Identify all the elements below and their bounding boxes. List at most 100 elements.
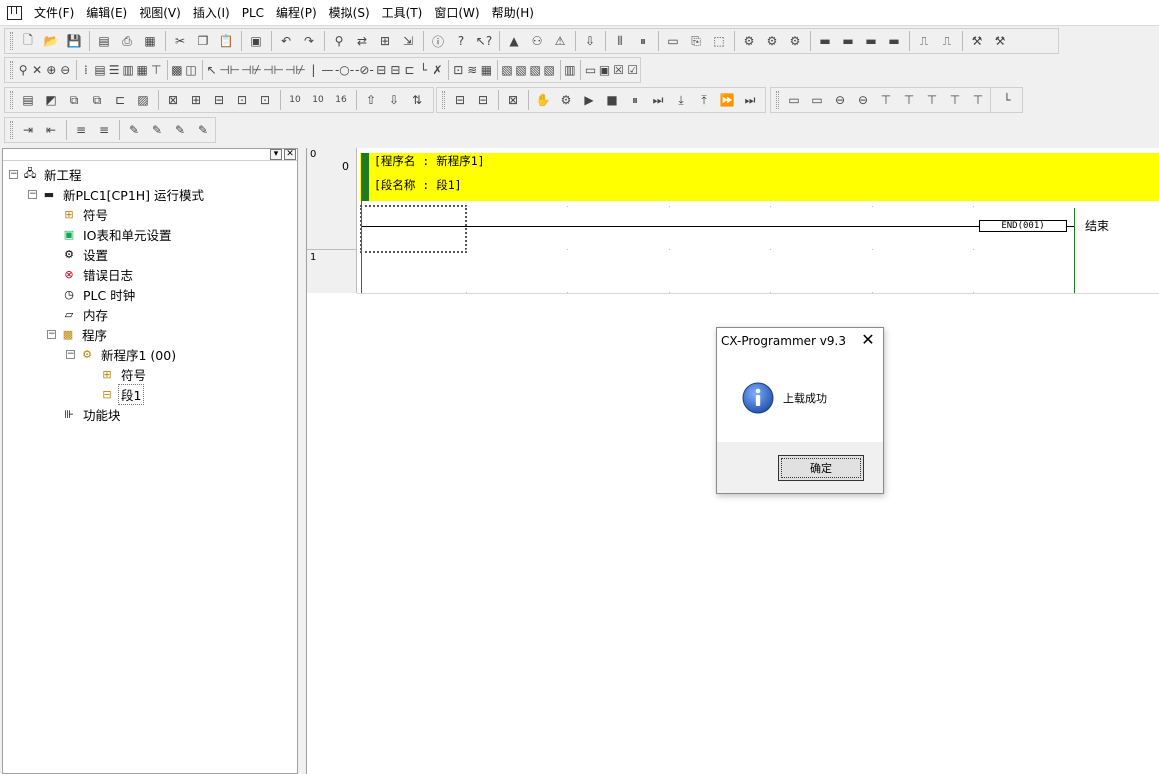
rung-down-icon[interactable]: ⎍	[936, 30, 958, 52]
online-edit-icon[interactable]: ⚠	[549, 30, 571, 52]
io-comment-4-icon[interactable]: ▧	[543, 59, 556, 81]
toolbar-grip[interactable]	[10, 61, 13, 79]
sim-step-icon[interactable]: ⏭	[647, 89, 669, 111]
window-3-icon[interactable]: ☒	[612, 59, 625, 81]
sim-scan-icon[interactable]: ⏭	[739, 89, 761, 111]
watch-window-icon[interactable]: ⧉	[86, 89, 108, 111]
table-icon[interactable]: ▦	[480, 59, 493, 81]
io-comment-icon[interactable]: ▧	[500, 59, 513, 81]
online-icon[interactable]: ▲	[503, 30, 525, 52]
app-logo-icon[interactable]	[6, 5, 22, 21]
tree-item-memory[interactable]: ▱ 内存	[61, 304, 110, 324]
coil-icon[interactable]: -○-	[335, 59, 354, 81]
diff-monitor-icon[interactable]: ⎘	[685, 30, 707, 52]
radix-16-icon[interactable]: 16	[330, 89, 352, 111]
io-4-icon[interactable]: ⊖	[852, 89, 874, 111]
memory-view-4-icon[interactable]: ▬	[883, 30, 905, 52]
project-window-icon[interactable]: ▤	[17, 89, 39, 111]
toolbar-grip[interactable]	[10, 32, 13, 50]
tree-item-programs[interactable]: − ▩ 程序	[47, 324, 109, 344]
stack-icon[interactable]: ≋	[466, 59, 479, 81]
window-tile-icon[interactable]: ▥	[563, 59, 576, 81]
window-4-icon[interactable]: ☑	[626, 59, 639, 81]
hierarchy-icon[interactable]: ⊤	[150, 59, 163, 81]
sim-hand-icon[interactable]: ✋	[532, 89, 554, 111]
ci-icon[interactable]: ◫	[184, 59, 197, 81]
output-window-icon[interactable]: ⊏	[109, 89, 131, 111]
preview-icon[interactable]: ▦	[139, 30, 161, 52]
contact-or-icon[interactable]: ⊣⊢	[263, 59, 284, 81]
auto-online-icon[interactable]: ⚇	[526, 30, 548, 52]
contact-nc-icon[interactable]: ⊣⊬	[241, 59, 262, 81]
cross-reference-icon[interactable]: ⊞	[374, 30, 396, 52]
io-7-icon[interactable]: ⊤	[921, 89, 943, 111]
menu-edit[interactable]: 编辑(E)	[80, 0, 133, 26]
dialog-titlebar[interactable]: CX-Programmer v9.3 ✕	[717, 328, 883, 354]
mnemonic-view-icon[interactable]: ⧉	[63, 89, 85, 111]
io-5-icon[interactable]: ⊤	[875, 89, 897, 111]
align-2-icon[interactable]: ≡	[93, 119, 115, 141]
tree-item-settings[interactable]: ⚙ 设置	[61, 244, 110, 264]
pt-icon[interactable]: ⊏	[403, 59, 416, 81]
monitor-icon[interactable]: ▭	[662, 30, 684, 52]
run-mode-icon[interactable]: ⫴	[609, 30, 631, 52]
print-preview-icon[interactable]: ▤	[93, 30, 115, 52]
force-icon[interactable]: ⚙	[784, 30, 806, 52]
tree-item-project[interactable]: − 🖧 新工程	[9, 164, 84, 184]
tree-item-error-log[interactable]: ⊗ 错误日志	[61, 264, 135, 284]
sim-pause-icon[interactable]: ⏸	[624, 89, 646, 111]
clipboard-icon[interactable]: ▣	[245, 30, 267, 52]
menu-program[interactable]: 编程(P)	[270, 0, 323, 26]
io-3-icon[interactable]: ⊖	[829, 89, 851, 111]
open-folder-icon[interactable]: 📂	[40, 30, 62, 52]
reset-icon[interactable]: ⚙	[761, 30, 783, 52]
ladder-view-icon[interactable]: ◩	[40, 89, 62, 111]
io-table-icon[interactable]: ⊞	[185, 89, 207, 111]
line-delete-icon[interactable]: ✗	[431, 59, 444, 81]
redo-icon[interactable]: ↷	[298, 30, 320, 52]
replace-icon[interactable]: ⇄	[351, 30, 373, 52]
new-file-icon[interactable]: 🗋	[17, 30, 39, 52]
sim-window-icon[interactable]: ⊟	[449, 89, 471, 111]
compile-all-icon[interactable]: ⚒	[989, 30, 1011, 52]
coil-nc-icon[interactable]: -⊘-	[355, 59, 374, 81]
instruction-2-icon[interactable]: ⊟	[389, 59, 402, 81]
outdent-icon[interactable]: ⇤	[40, 119, 62, 141]
tree-close-icon[interactable]: ✕	[284, 149, 296, 160]
menu-view[interactable]: 视图(V)	[133, 0, 187, 26]
menu-help[interactable]: 帮助(H)	[486, 0, 540, 26]
sma-icon[interactable]: ▩	[170, 59, 183, 81]
instruction-icon[interactable]: ⊟	[375, 59, 388, 81]
menu-plc[interactable]: PLC	[236, 0, 270, 26]
tool-2-icon[interactable]: ✎	[146, 119, 168, 141]
sim-window-2-icon[interactable]: ⊟	[472, 89, 494, 111]
zoom-icon[interactable]: ⚲	[17, 59, 30, 81]
undo-icon[interactable]: ↶	[275, 30, 297, 52]
paste-icon[interactable]: 📋	[215, 30, 237, 52]
info-toolbar-icon[interactable]: ⓘ	[427, 30, 449, 52]
radix-10-icon[interactable]: 10	[284, 89, 306, 111]
io-comment-2-icon[interactable]: ▧	[515, 59, 528, 81]
memory-view-2-icon[interactable]: ▬	[837, 30, 859, 52]
memory-icon[interactable]: ⊟	[208, 89, 230, 111]
grid-icon[interactable]: ⁞	[79, 59, 92, 81]
io-2-icon[interactable]: ▭	[806, 89, 828, 111]
tree-item-plc-clock[interactable]: ◷ PLC 时钟	[61, 284, 137, 304]
io-comment-3-icon[interactable]: ▧	[529, 59, 542, 81]
tool-4-icon[interactable]: ✎	[192, 119, 214, 141]
comment-icon[interactable]: ▤	[94, 59, 107, 81]
ok-button[interactable]: 确定	[778, 455, 864, 481]
tree-item-program1[interactable]: − ⚙ 新程序1 (00)	[66, 344, 178, 364]
collapse-toggle[interactable]: −	[9, 169, 18, 179]
toolbar-grip[interactable]	[442, 91, 445, 109]
tree-item-plc[interactable]: − ▬ 新PLC1[CP1H] 运行模式	[28, 184, 206, 204]
ladder-cursor[interactable]	[360, 205, 467, 253]
sim-continuous-icon[interactable]: ⏩	[716, 89, 738, 111]
sim-step-out-icon[interactable]: ⤒	[693, 89, 715, 111]
transfer-to-plc-icon[interactable]: ⇧	[360, 89, 382, 111]
rung-up-icon[interactable]: ⎍	[913, 30, 935, 52]
tree-item-symbols[interactable]: ⊞ 符号	[61, 204, 110, 224]
compile-icon[interactable]: ⚒	[966, 30, 988, 52]
cut-icon[interactable]: ✂	[169, 30, 191, 52]
section-icon[interactable]: ▦	[136, 59, 149, 81]
